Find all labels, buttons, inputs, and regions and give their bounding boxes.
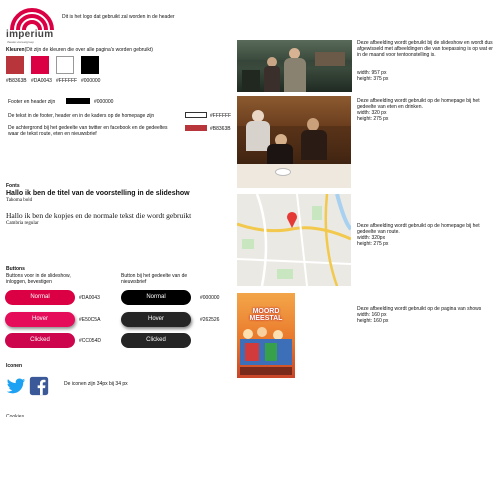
slideshow-image xyxy=(237,40,352,92)
buttons-right-caption: Button bij het gedeelte van de nieuwsbri… xyxy=(121,273,188,285)
slideshow-font-name: Tahoma bold xyxy=(6,198,33,203)
color-hex-3: #B8363B xyxy=(210,126,231,132)
icons-note: De iconen zijn 34px bij 34 px xyxy=(64,381,128,387)
route-map-desc: Deze afbeelding wordt gebruikt op de hom… xyxy=(357,223,480,235)
swatch-label-4: #000000 xyxy=(81,78,101,84)
color-bar-1 xyxy=(66,98,90,104)
logo-arcs-icon xyxy=(10,8,54,31)
route-map-height: height: 275 px xyxy=(357,241,389,247)
fonts-heading: Fonts xyxy=(6,183,20,189)
body-text-sample: Hallo ik ben de kopjes en de normale tek… xyxy=(6,211,192,220)
color-note-3: De achtergrond bij het gedeelte van twit… xyxy=(8,125,168,137)
slideshow-hover-hex: #E50C5A xyxy=(79,317,101,323)
newsletter-normal-button[interactable]: Normal xyxy=(121,290,191,305)
color-note-2: De tekst in de footer, header en in de k… xyxy=(8,113,155,119)
buttons-heading: Buttons xyxy=(6,266,25,272)
show-poster-height: height: 160 px xyxy=(357,318,389,324)
show-poster-image: MOORD MEESTAL xyxy=(237,293,295,378)
dinner-image-height: height: 275 px xyxy=(357,116,389,122)
swatch-label-3: #FFFFFF xyxy=(56,78,78,84)
color-note-1: Footer en header zijn xyxy=(8,99,56,105)
swatch-b8363b xyxy=(6,56,24,74)
color-bar-3 xyxy=(185,125,207,131)
newsletter-clicked-button[interactable]: Clicked xyxy=(121,333,191,348)
logo-name: imperium xyxy=(6,29,54,40)
swatch-label-1: #B8363B xyxy=(6,78,27,84)
slideshow-normal-button[interactable]: Normal xyxy=(5,290,75,305)
colors-heading: Kleuren(Dit zijn de kleuren die over all… xyxy=(6,47,236,53)
color-hex-2: #FFFFFF xyxy=(210,113,232,119)
dinner-image xyxy=(237,96,351,188)
bottom-fragment: Cookies xyxy=(6,414,25,417)
poster-title: MOORD MEESTAL xyxy=(249,308,283,322)
slideshow-hover-button[interactable]: Hover xyxy=(5,312,75,327)
newsletter-hover-button[interactable]: Hover xyxy=(121,312,191,327)
newsletter-hover-hex: #262526 xyxy=(200,317,220,323)
body-font-name: Cambria regular xyxy=(6,221,39,226)
color-hex-1: #000000 xyxy=(94,99,114,105)
colors-heading-title: Kleuren xyxy=(6,47,25,53)
slideshow-title-sample: Hallo ik ben de titel van de voorstellin… xyxy=(6,190,190,197)
route-map-image xyxy=(237,194,351,286)
facebook-icon xyxy=(29,376,49,396)
slideshow-clicked-button[interactable]: Clicked xyxy=(5,333,75,348)
swatch-000000 xyxy=(81,56,99,74)
newsletter-normal-hex: #000000 xyxy=(200,295,220,301)
swatch-label-2: #DA0043 xyxy=(31,78,52,84)
logo: imperium theater+toneelgroep xyxy=(6,4,58,44)
slideshow-image-desc: Deze afbeelding wordt gebruikt bij de sl… xyxy=(357,40,493,58)
buttons-left-caption: Buttons voor in de slideshow, inloggen, … xyxy=(6,273,71,285)
logo-note: Dit is het logo dat gebruikt zal worden … xyxy=(62,14,175,20)
slideshow-image-height: height: 375 px xyxy=(357,76,389,82)
swatch-ffffff xyxy=(56,56,74,74)
logo-tagline: theater+toneelgroep xyxy=(7,40,34,44)
dinner-image-desc: Deze afbeelding wordt gebruikt op de hom… xyxy=(357,98,480,110)
icons-heading: Iconen xyxy=(6,363,23,369)
slideshow-normal-hex: #DA0043 xyxy=(79,295,100,301)
twitter-icon xyxy=(6,376,26,396)
swatch-da0043 xyxy=(31,56,49,74)
slideshow-clicked-hex: #CC054D xyxy=(79,338,101,344)
color-bar-2 xyxy=(185,112,207,118)
colors-heading-note: (Dit zijn de kleuren die over alle pagin… xyxy=(24,47,153,53)
